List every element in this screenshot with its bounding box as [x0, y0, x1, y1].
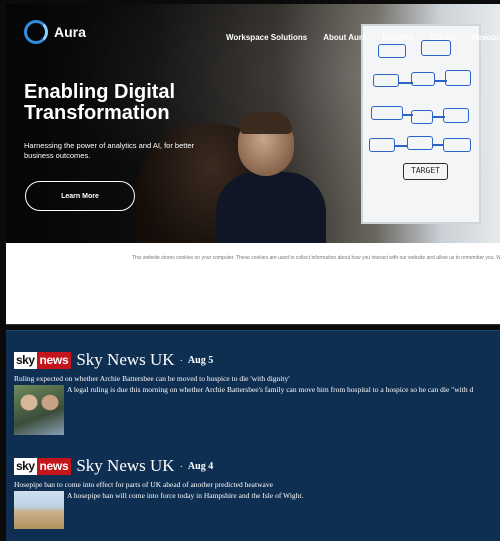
news-summary: A hosepipe ban will come into force toda… [67, 491, 304, 500]
news-source[interactable]: Sky News UK [76, 456, 174, 476]
sky-news-logo: sky news [14, 351, 72, 369]
sky-news-logo-sky: sky [14, 457, 37, 475]
news-date: Aug 5 [187, 354, 214, 366]
news-thumbnail[interactable] [14, 385, 64, 435]
whiteboard-image: TARGET [361, 24, 481, 224]
nav-item-insights[interactable]: Insights [382, 33, 413, 42]
news-source[interactable]: Sky News UK [76, 350, 174, 370]
hero-headline: Enabling Digital Transformation [24, 81, 176, 124]
news-thumbnail[interactable] [14, 491, 64, 529]
cookie-banner-text: This website stores cookies on your comp… [132, 255, 500, 261]
separator-dot: · [179, 354, 183, 366]
whiteboard-target-label: TARGET [403, 163, 448, 180]
news-title[interactable]: Ruling expected on whether Archie Batter… [14, 374, 500, 383]
cookie-banner: This website stores cookies on your comp… [6, 243, 500, 325]
news-item[interactable]: sky news Sky News UK · Aug 4 Hosepipe ba… [14, 456, 500, 529]
sky-news-logo-sky: sky [14, 351, 37, 369]
nav-item-clients[interactable]: Clients [429, 33, 456, 42]
news-item[interactable]: sky news Sky News UK · Aug 5 Ruling expe… [14, 350, 500, 435]
news-feed: sky news Sky News UK · Aug 5 Ruling expe… [6, 330, 500, 541]
sky-news-logo: sky news [14, 457, 72, 475]
hero-banner: TARGET Aura Workspace Solutions About Au… [6, 4, 500, 244]
hero-person-right [216, 112, 326, 244]
aura-logo-icon [24, 20, 48, 44]
sky-news-logo-news: news [36, 351, 72, 369]
news-title[interactable]: Hosepipe ban to come into effect for par… [14, 480, 500, 489]
sky-news-logo-news: news [36, 457, 72, 475]
nav-item-about-aura[interactable]: About Aura [323, 33, 366, 42]
news-date: Aug 4 [187, 460, 214, 472]
nav-item-resources[interactable]: Resources [472, 33, 500, 42]
news-item-header: sky news Sky News UK · Aug 5 [14, 350, 500, 370]
news-summary: A legal ruling is due this morning on wh… [67, 385, 474, 394]
news-item-header: sky news Sky News UK · Aug 4 [14, 456, 500, 476]
main-nav: Workspace Solutions About Aura Insights … [226, 33, 500, 42]
separator-dot: · [179, 460, 183, 472]
aura-logo-text: Aura [54, 24, 86, 40]
nav-item-workspace-solutions[interactable]: Workspace Solutions [226, 33, 307, 42]
hero-subheadline: Harnessing the power of analytics and AI… [24, 141, 195, 160]
aura-logo[interactable]: Aura [24, 20, 86, 44]
learn-more-button[interactable]: Learn More [25, 181, 135, 211]
